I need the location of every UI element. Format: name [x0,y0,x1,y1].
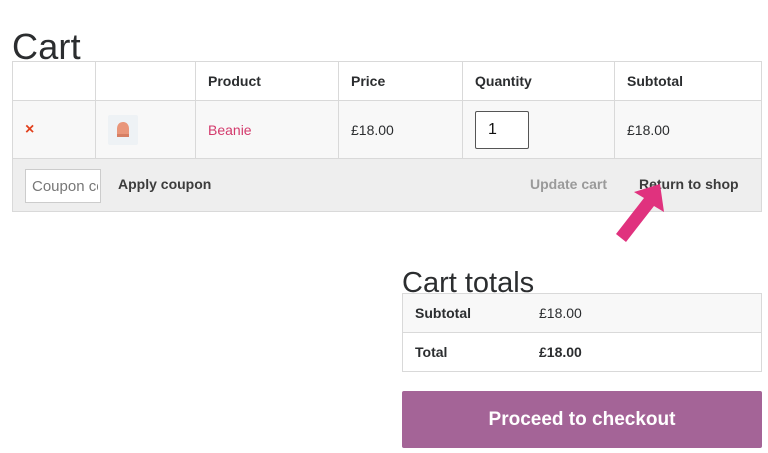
cart-page: Cart Product Price Quantity Subtotal × B… [0,0,768,453]
cart-totals-table: Subtotal £18.00 Total £18.00 [402,293,762,372]
coupon-code-input[interactable] [25,169,101,203]
product-thumbnail[interactable] [108,114,138,145]
pointer-arrow-icon [616,184,664,242]
thumbnail-cell [95,100,196,159]
totals-total-value: £18.00 [527,332,762,372]
totals-subtotal-label: Subtotal [402,293,527,333]
product-name-link[interactable]: Beanie [208,122,252,138]
header-thumbnail [95,61,196,101]
header-product: Product [195,61,339,101]
header-remove [12,61,96,101]
price-cell: £18.00 [338,100,463,159]
proceed-to-checkout-button[interactable]: Proceed to checkout [402,391,762,448]
totals-subtotal-row: Subtotal £18.00 [402,293,762,333]
cart-table-header: Product Price Quantity Subtotal [12,61,762,101]
remove-cell: × [12,100,96,159]
beanie-icon [117,121,129,137]
subtotal-cell: £18.00 [614,100,762,159]
apply-coupon-button[interactable]: Apply coupon [118,176,211,192]
quantity-input[interactable] [475,110,529,149]
table-row: × Beanie £18.00 £18.00 [12,100,762,159]
totals-total-label: Total [402,332,527,372]
remove-item-button[interactable]: × [25,121,34,138]
product-cell: Beanie [195,100,339,159]
quantity-cell [462,100,615,159]
totals-total-row: Total £18.00 [402,332,762,372]
totals-subtotal-value: £18.00 [527,293,762,333]
header-subtotal: Subtotal [614,61,762,101]
update-cart-button[interactable]: Update cart [530,176,607,192]
header-quantity: Quantity [462,61,615,101]
header-price: Price [338,61,463,101]
